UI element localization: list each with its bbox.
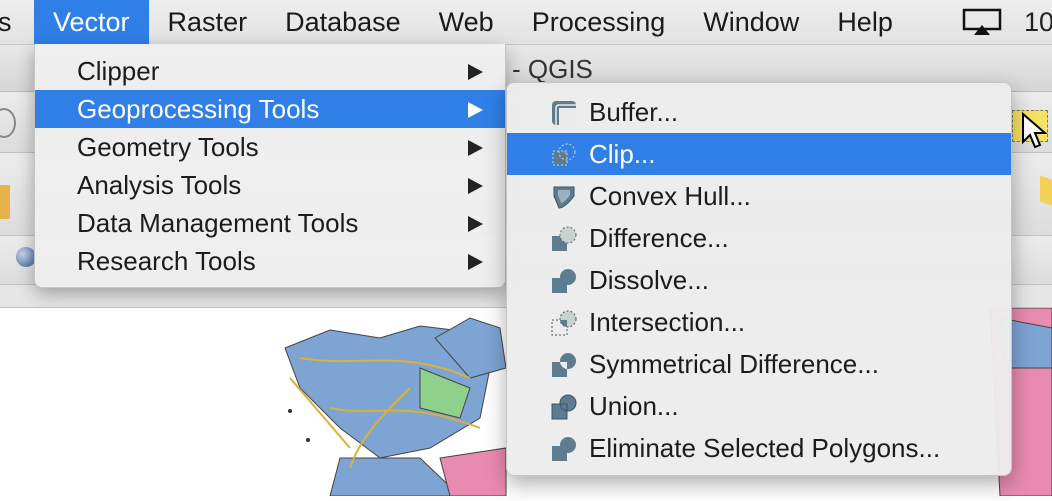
menubar-item-processing[interactable]: Processing — [513, 0, 685, 44]
mouse-cursor-icon — [1022, 112, 1048, 149]
submenu-arrow-icon — [468, 178, 483, 194]
submenu-item-clip[interactable]: Clip... — [507, 133, 1011, 175]
menu-item-label: Analysis Tools — [77, 170, 242, 200]
submenu-item-symmetrical-difference[interactable]: Symmetrical Difference... — [507, 343, 1011, 385]
toolbar-edit-icon[interactable] — [0, 185, 10, 219]
menu-item-label: Research Tools — [77, 246, 256, 276]
menubar-item-database[interactable]: Database — [266, 0, 420, 44]
submenu-arrow-icon — [468, 64, 483, 80]
menu-item-label: Geoprocessing Tools — [77, 94, 320, 124]
buffer-icon — [552, 101, 576, 125]
vector-menu: Clipper Geoprocessing Tools Geometry Too… — [34, 44, 506, 288]
menu-item-label: Geometry Tools — [77, 132, 259, 162]
menu-item-label: Clipper — [77, 56, 160, 86]
union-icon — [551, 394, 577, 420]
geoprocessing-submenu: Buffer... Clip... Convex Hull... Differe… — [506, 82, 1012, 476]
submenu-item-label: Intersection... — [589, 307, 746, 337]
submenu-item-difference[interactable]: Difference... — [507, 217, 1011, 259]
submenu-item-buffer[interactable]: Buffer... — [507, 91, 1011, 133]
symmetrical-difference-icon — [552, 353, 576, 377]
toolbar-diamond-icon[interactable] — [1040, 175, 1052, 207]
menu-item-clipper[interactable]: Clipper — [35, 52, 505, 90]
menu-item-data-management-tools[interactable]: Data Management Tools — [35, 204, 505, 242]
menubar-item-window[interactable]: Window — [684, 0, 818, 44]
submenu-item-eliminate-selected-polygons[interactable]: Eliminate Selected Polygons... — [507, 427, 1011, 469]
submenu-item-label: Dissolve... — [589, 265, 709, 295]
menubar-item-web[interactable]: Web — [420, 0, 513, 44]
submenu-item-label: Convex Hull... — [589, 181, 751, 211]
menubar: s Vector Raster Database Web Processing … — [0, 0, 1052, 45]
submenu-arrow-icon — [468, 254, 483, 270]
eliminate-polygons-icon — [552, 437, 576, 461]
toolbar-layer-icon[interactable] — [16, 247, 36, 267]
menu-item-research-tools[interactable]: Research Tools — [35, 242, 505, 280]
menubar-item-vector[interactable]: Vector — [34, 0, 149, 44]
dissolve-icon — [552, 269, 576, 293]
submenu-item-dissolve[interactable]: Dissolve... — [507, 259, 1011, 301]
submenu-item-label: Clip... — [589, 139, 656, 169]
submenu-arrow-icon — [468, 102, 483, 118]
submenu-item-label: Buffer... — [589, 97, 679, 127]
menubar-clock: 10 — [1024, 7, 1052, 37]
menu-item-geoprocessing-tools[interactable]: Geoprocessing Tools — [35, 90, 505, 128]
menubar-item-partial[interactable]: s — [0, 0, 34, 44]
airplay-icon[interactable] — [962, 8, 1002, 36]
submenu-item-label: Union... — [589, 391, 679, 421]
menu-item-analysis-tools[interactable]: Analysis Tools — [35, 166, 505, 204]
submenu-item-label: Symmetrical Difference... — [589, 349, 879, 379]
submenu-item-intersection[interactable]: Intersection... — [507, 301, 1011, 343]
submenu-arrow-icon — [468, 216, 483, 232]
submenu-item-label: Difference... — [589, 223, 729, 253]
window-title: - QGIS — [512, 54, 593, 84]
menu-item-label: Data Management Tools — [77, 208, 359, 238]
menubar-item-raster[interactable]: Raster — [149, 0, 267, 44]
submenu-item-convex-hull[interactable]: Convex Hull... — [507, 175, 1011, 217]
intersection-icon — [551, 310, 577, 336]
menubar-item-help[interactable]: Help — [818, 0, 912, 44]
submenu-item-label: Eliminate Selected Polygons... — [589, 433, 941, 463]
menu-item-geometry-tools[interactable]: Geometry Tools — [35, 128, 505, 166]
clip-icon — [552, 143, 576, 166]
convex-hull-icon — [553, 186, 575, 209]
submenu-arrow-icon — [468, 140, 483, 156]
difference-icon — [552, 226, 577, 251]
submenu-item-union[interactable]: Union... — [507, 385, 1011, 427]
